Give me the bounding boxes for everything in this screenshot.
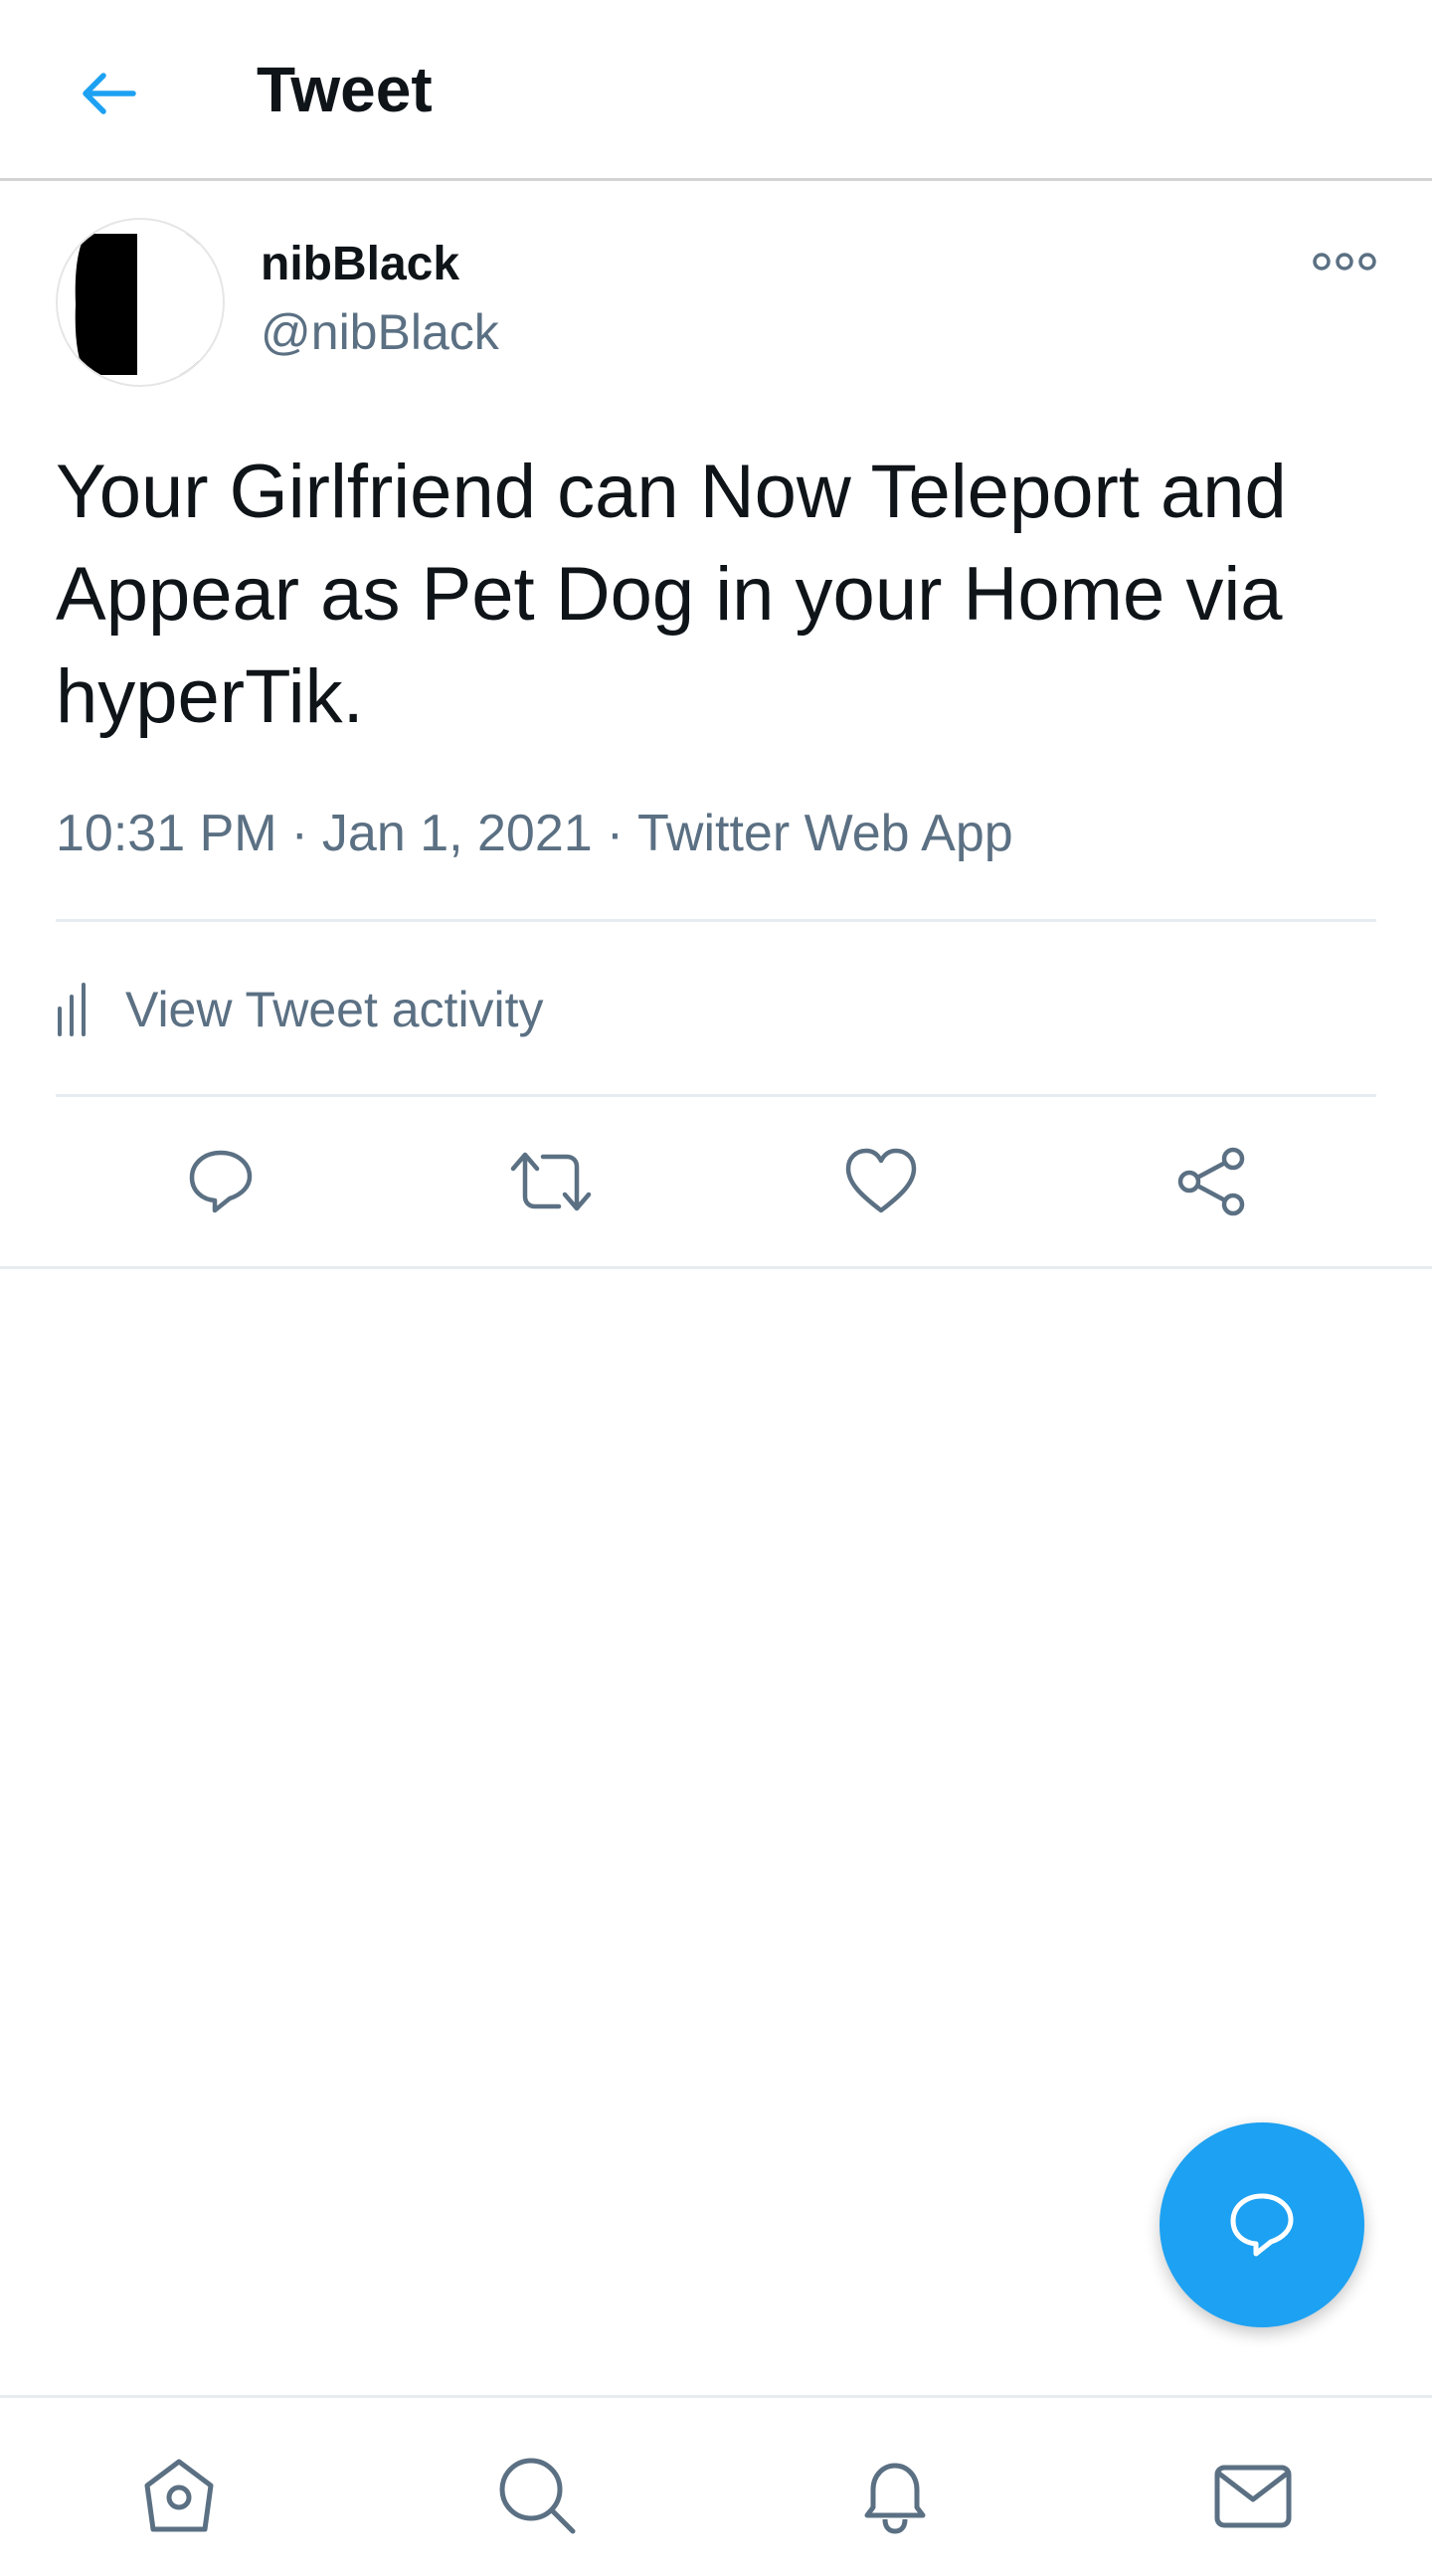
divider	[0, 1266, 1432, 1269]
search-icon	[499, 2458, 576, 2534]
view-tweet-activity-link[interactable]: View Tweet activity	[56, 970, 544, 1049]
bell-icon	[864, 2463, 926, 2534]
heart-icon	[845, 1148, 917, 1213]
arrow-left-icon	[83, 73, 136, 114]
meta-separator: ·	[606, 805, 625, 862]
author-display-name[interactable]: nibBlack	[261, 235, 459, 294]
tweet-source[interactable]: Twitter Web App	[637, 805, 1013, 862]
share-icon	[1177, 1147, 1245, 1216]
top-app-bar: Tweet	[0, 0, 1432, 181]
compose-reply-icon	[1230, 2193, 1294, 2257]
analytics-icon	[58, 983, 86, 1036]
avatar-image	[75, 234, 199, 375]
tweet-time[interactable]: 10:31 PM	[56, 805, 277, 862]
meta-separator: ·	[290, 805, 308, 862]
reply-button[interactable]	[173, 1134, 268, 1229]
like-button[interactable]	[833, 1134, 929, 1229]
tweet-meta: 10:31 PM · Jan 1, 2021 · Twitter Web App	[56, 801, 1013, 866]
tweet-action-bar	[0, 1134, 1432, 1229]
retweet-icon	[510, 1152, 592, 1211]
divider	[56, 919, 1376, 922]
tweet-text: Your Girlfriend can Now Teleport and App…	[56, 450, 1287, 739]
page-title: Tweet	[257, 54, 433, 125]
avatar[interactable]	[56, 218, 225, 387]
bottom-navigation-bar	[0, 2395, 1432, 2576]
nav-home-button[interactable]	[131, 2448, 227, 2543]
more-horizontal-icon	[1313, 253, 1376, 271]
nav-notifications-button[interactable]	[847, 2448, 943, 2543]
more-options-button[interactable]	[1305, 237, 1384, 286]
mail-icon	[1214, 2465, 1292, 2528]
tweet-date[interactable]: Jan 1, 2021	[322, 805, 593, 862]
compose-reply-button[interactable]	[1160, 2122, 1364, 2327]
reply-icon	[189, 1150, 253, 1213]
share-button[interactable]	[1164, 1134, 1259, 1229]
home-icon	[144, 2459, 214, 2532]
view-tweet-activity-label: View Tweet activity	[125, 982, 544, 1037]
back-button[interactable]	[66, 52, 149, 135]
author-handle[interactable]: @nibBlack	[261, 302, 499, 362]
retweet-button[interactable]	[503, 1134, 599, 1229]
divider	[56, 1094, 1376, 1097]
nav-messages-button[interactable]	[1205, 2448, 1301, 2543]
nav-search-button[interactable]	[489, 2448, 585, 2543]
